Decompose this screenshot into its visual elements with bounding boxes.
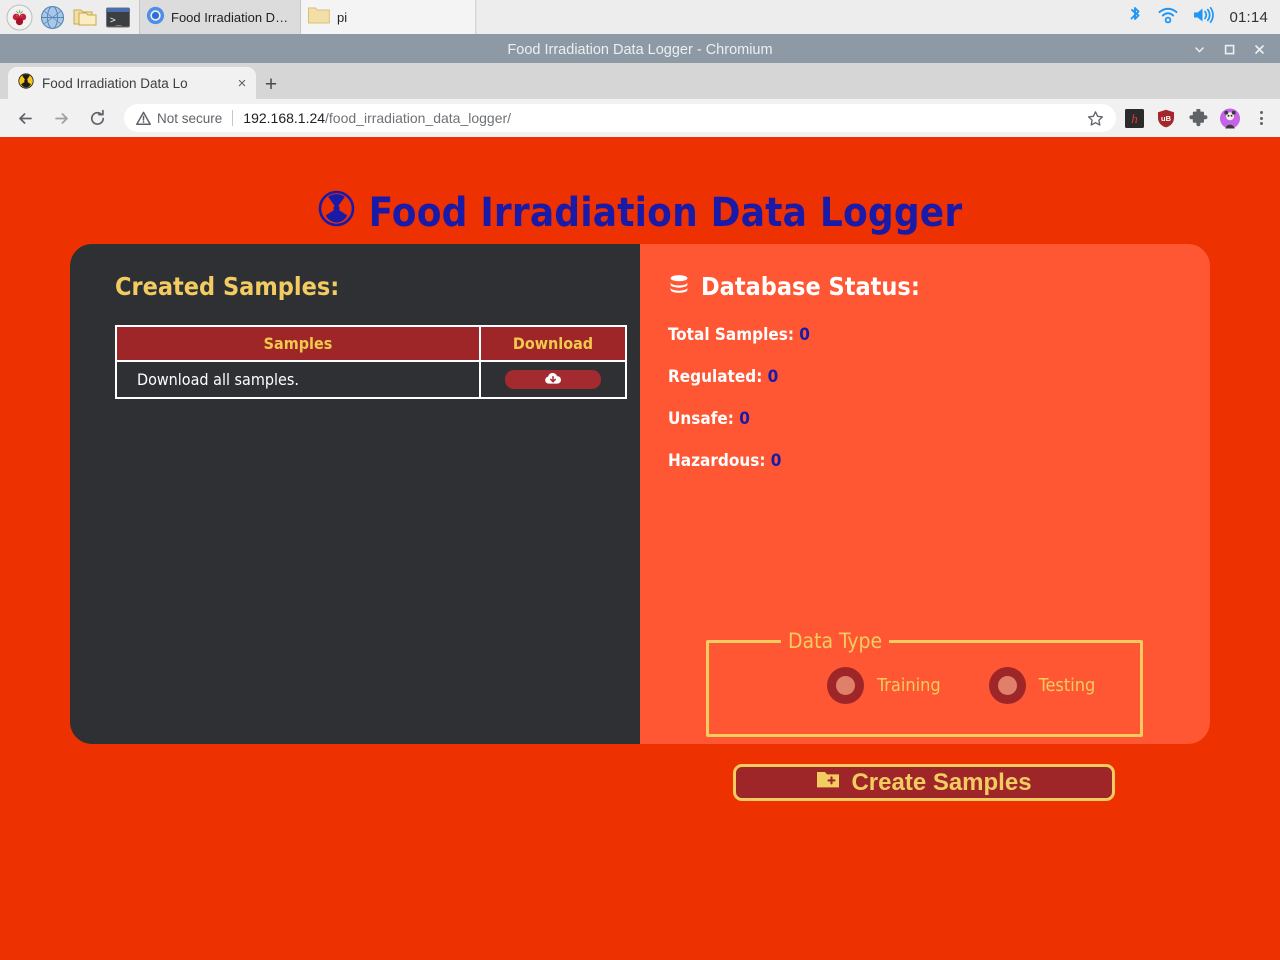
file-manager-icon[interactable] [70, 2, 100, 32]
database-status-heading-text: Database Status: [701, 272, 920, 301]
extension-icons: h uB [1124, 108, 1280, 128]
svg-text:uB: uB [1161, 114, 1172, 123]
new-tab-button[interactable]: + [258, 71, 284, 97]
not-secure-indicator[interactable]: Not secure [136, 111, 222, 126]
stat-label: Total Samples: [668, 325, 794, 345]
stat-value: 0 [799, 325, 810, 345]
column-header-download: Download [479, 325, 627, 362]
web-browser-icon[interactable] [37, 2, 67, 32]
volume-icon[interactable] [1192, 5, 1216, 30]
forward-arrow-icon[interactable] [44, 101, 78, 135]
star-icon[interactable] [1087, 110, 1104, 127]
close-icon[interactable] [1251, 41, 1268, 58]
raspberry-pi-menu-icon[interactable] [4, 2, 34, 32]
radio-option-training[interactable]: Training [827, 667, 941, 704]
h-extension-icon[interactable]: h [1124, 108, 1144, 128]
stat-value: 0 [739, 409, 750, 429]
database-icon [668, 272, 690, 301]
create-samples-label: Create Samples [851, 768, 1032, 796]
taskbar-window-list: Food Irradiation Data... pi [139, 0, 967, 34]
clock[interactable]: 01:14 [1229, 9, 1268, 26]
database-status-heading: Database Status: [668, 272, 1180, 301]
browser-tab[interactable]: Food Irradiation Data Lo × [8, 67, 256, 99]
taskbar-launchers: >_ [0, 2, 133, 32]
terminal-icon[interactable]: >_ [103, 2, 133, 32]
radiation-favicon [18, 72, 34, 94]
stat-value: 0 [767, 367, 779, 387]
reload-icon[interactable] [80, 101, 114, 135]
radio-button-training[interactable] [827, 667, 864, 704]
column-header-samples: Samples [115, 325, 481, 362]
bluetooth-icon[interactable] [1126, 5, 1144, 30]
created-samples-heading-text: Created Samples: [115, 272, 340, 301]
taskbar-empty-space [476, 0, 967, 34]
radio-option-testing[interactable]: Testing [988, 667, 1096, 704]
ublock-shield-icon[interactable]: uB [1156, 108, 1176, 128]
window-titlebar: Food Irradiation Data Logger - Chromium [0, 36, 1280, 63]
radio-label-training: Training [877, 675, 941, 696]
taskbar-window-label: Food Irradiation Data... [171, 9, 290, 25]
warning-triangle-icon [136, 111, 151, 125]
chromium-icon [146, 6, 165, 28]
stat-label: Unsafe: [668, 409, 734, 429]
download-all-button[interactable] [505, 370, 601, 389]
system-tray: 01:14 [1126, 5, 1280, 30]
cell-sample-name: Download all samples. [115, 360, 481, 399]
profile-avatar-icon[interactable] [1220, 108, 1240, 128]
folder-plus-icon [816, 769, 840, 797]
svg-text:h: h [1131, 111, 1138, 126]
data-type-options: Training Testing [709, 667, 1140, 704]
stat-regulated: Regulated: 0 [668, 367, 1180, 387]
tab-close-icon[interactable]: × [234, 75, 250, 91]
maximize-icon[interactable] [1221, 41, 1238, 58]
chrome-menu-icon[interactable] [1252, 108, 1270, 128]
folder-icon [307, 5, 331, 29]
url-text: 192.168.1.24/food_irradiation_data_logge… [243, 110, 511, 126]
radio-button-testing[interactable] [988, 667, 1026, 704]
svg-text:>_: >_ [110, 15, 122, 26]
radio-label-testing: Testing [1038, 675, 1096, 696]
taskbar-window-chromium[interactable]: Food Irradiation Data... [139, 0, 301, 34]
omnibox-separator [232, 110, 234, 126]
page-title-text: Food Irradiation Data Logger [368, 190, 963, 237]
extensions-puzzle-icon[interactable] [1188, 108, 1208, 128]
wifi-icon[interactable] [1157, 5, 1179, 30]
back-arrow-icon[interactable] [8, 101, 42, 135]
window-title: Food Irradiation Data Logger - Chromium [507, 41, 773, 58]
url-host: 192.168.1.24 [243, 110, 326, 126]
data-type-legend: Data Type [788, 629, 883, 653]
browser-tabstrip: Food Irradiation Data Lo × + [0, 63, 1280, 99]
samples-table: Samples Download Download all samples. [115, 325, 627, 399]
web-page-content: Food Irradiation Data Logger Created Sam… [0, 137, 1280, 960]
window-controls [1191, 36, 1274, 63]
cell-download [479, 360, 627, 399]
created-samples-heading: Created Samples: [115, 272, 610, 301]
stat-hazardous: Hazardous: 0 [668, 451, 1180, 471]
browser-tab-title: Food Irradiation Data Lo [42, 75, 188, 91]
stat-label: Regulated: [668, 367, 763, 387]
not-secure-label: Not secure [157, 110, 223, 126]
url-path: /food_irradiation_data_logger/ [325, 110, 512, 126]
browser-toolbar: Not secure 192.168.1.24/food_irradiation… [0, 99, 1280, 137]
cloud-download-icon [544, 370, 562, 389]
taskbar-window-file-manager[interactable]: pi [301, 0, 476, 34]
stat-value: 0 [770, 451, 782, 471]
stat-label: Hazardous: [668, 451, 766, 471]
table-row: Download all samples. [115, 360, 627, 399]
address-bar[interactable]: Not secure 192.168.1.24/food_irradiation… [124, 104, 1116, 132]
radiation-icon [318, 190, 355, 237]
minimize-icon[interactable] [1191, 41, 1208, 58]
create-samples-button[interactable]: Create Samples [733, 764, 1115, 801]
taskbar-window-label: pi [337, 9, 348, 25]
page-title: Food Irradiation Data Logger [0, 164, 1280, 237]
created-samples-panel: Created Samples: Samples Download Downlo… [70, 244, 640, 744]
data-type-fieldset: Data Type Training Testing [706, 629, 1143, 737]
stat-total-samples: Total Samples: 0 [668, 325, 1180, 345]
taskbar: >_ Food Irradiation Data... pi [0, 0, 1280, 36]
stat-unsafe: Unsafe: 0 [668, 409, 1180, 429]
table-header-row: Samples Download [115, 325, 627, 362]
